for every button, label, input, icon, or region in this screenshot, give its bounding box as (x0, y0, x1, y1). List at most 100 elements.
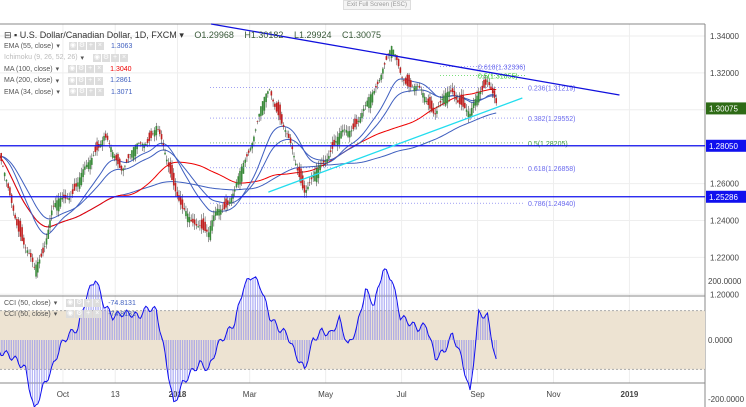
candle (376, 81, 379, 85)
candle (364, 105, 367, 107)
settings-icon[interactable]: ⚙ (75, 310, 84, 318)
more-icon[interactable]: + (86, 88, 95, 96)
more-icon[interactable]: + (84, 299, 93, 307)
symbol-name[interactable]: U.S. Dollar/Canadian Dollar, 1D, FXCM (20, 30, 177, 40)
candle (329, 150, 332, 152)
candle (78, 177, 81, 189)
indicator-label[interactable]: EMA (55, close) (4, 43, 53, 50)
indicator-buttons[interactable]: ◉ ⚙ + × (93, 53, 129, 62)
close-icon[interactable]: × (95, 88, 104, 96)
eye-icon[interactable]: ◉ (68, 65, 77, 73)
candle (401, 77, 403, 78)
indicator-label[interactable]: MA (100, close) (4, 66, 53, 73)
y-tick-label: 1.22000 (710, 253, 739, 262)
candle (326, 158, 328, 163)
indicator-label[interactable]: MA (200, close) (4, 77, 53, 84)
indicator-legend[interactable]: MA (200, close) ▾ ◉ ⚙ + × 1.2861 (4, 76, 132, 85)
x-tick-label: Nov (546, 390, 560, 399)
close-icon[interactable]: × (95, 76, 104, 85)
candle (17, 219, 20, 232)
candle (226, 200, 229, 206)
close-icon[interactable]: × (93, 299, 102, 307)
settings-icon[interactable]: ⚙ (77, 88, 86, 96)
eye-icon[interactable]: ◉ (93, 53, 102, 62)
collapse-icon[interactable]: ⊟ ▪ (4, 30, 17, 40)
candle (462, 95, 464, 107)
indicator-legend[interactable]: Ichimoku (9, 26, 52, 26) ▾ ◉ ⚙ + × (4, 53, 135, 62)
eye-icon[interactable]: ◉ (66, 299, 75, 307)
indicator-buttons[interactable]: ◉ ⚙ + × (68, 65, 104, 73)
candle (247, 150, 250, 153)
more-icon[interactable]: + (86, 42, 95, 50)
more-icon[interactable]: + (111, 53, 120, 62)
settings-icon[interactable]: ⚙ (77, 65, 86, 73)
eye-icon[interactable]: ◉ (68, 42, 77, 50)
candle (169, 162, 172, 174)
close-icon[interactable]: × (95, 65, 104, 73)
price-label: 1.25286 (709, 193, 738, 202)
candle (127, 154, 130, 159)
more-icon[interactable]: + (84, 310, 93, 318)
candle (59, 197, 62, 207)
candle (294, 163, 297, 166)
indicator-buttons[interactable]: ◉ ⚙ + × (66, 299, 102, 307)
candle (284, 130, 287, 132)
candle (408, 74, 410, 87)
eye-icon[interactable]: ◉ (68, 76, 77, 85)
close-icon[interactable]: × (93, 310, 102, 318)
candle (134, 144, 137, 157)
candle (237, 176, 240, 185)
candle (333, 139, 335, 146)
more-icon[interactable]: + (86, 76, 95, 85)
ohlc-close: C1.30075 (342, 30, 382, 40)
candle (305, 190, 308, 193)
indicator-label[interactable]: CCI (50, close) (4, 300, 51, 307)
candle (233, 189, 236, 192)
indicator-buttons[interactable]: ◉ ⚙ + × (68, 76, 104, 85)
eye-icon[interactable]: ◉ (66, 310, 75, 318)
indicator-value: 1.3071 (110, 88, 133, 96)
indicator-label[interactable]: CCI (50, close) (4, 311, 51, 318)
indicator-value: 1.3063 (110, 42, 133, 50)
candle (3, 172, 6, 177)
indicator-buttons[interactable]: ◉ ⚙ + × (68, 42, 104, 50)
indicator-label[interactable]: EMA (34, close) (4, 89, 53, 96)
close-icon[interactable]: × (120, 53, 129, 62)
indicator-legend[interactable]: EMA (55, close) ▾ ◉ ⚙ + × 1.3063 (4, 42, 132, 50)
close-icon[interactable]: × (95, 42, 104, 50)
candle (308, 182, 311, 184)
settings-icon[interactable]: ⚙ (102, 53, 111, 62)
settings-icon[interactable]: ⚙ (77, 76, 86, 85)
candle (404, 78, 407, 84)
candle (5, 179, 8, 182)
candle (279, 104, 281, 120)
ema34-line (0, 78, 497, 235)
candle (361, 112, 363, 119)
candle (373, 90, 375, 94)
candle (352, 123, 355, 130)
eye-icon[interactable]: ◉ (68, 88, 77, 96)
more-icon[interactable]: + (86, 65, 95, 73)
candle (253, 136, 255, 142)
exit-full-screen-button[interactable]: Exit Full Screen (ESC) (343, 0, 412, 10)
indicator-buttons[interactable]: ◉ ⚙ + × (68, 88, 104, 96)
candle (289, 137, 292, 144)
candle (152, 133, 154, 135)
candle (0, 153, 2, 162)
cci-legend[interactable]: CCI (50, close) ▾ ◉ ⚙ + × -74.8131 (4, 310, 136, 318)
candle (368, 97, 370, 109)
candle (249, 148, 252, 151)
indicator-label[interactable]: Ichimoku (9, 26, 52, 26) (4, 54, 78, 61)
indicator-legend[interactable]: MA (100, close) ▾ ◉ ⚙ + × 1.3040 (4, 65, 132, 73)
indicator-legend[interactable]: EMA (34, close) ▾ ◉ ⚙ + × 1.3071 (4, 88, 132, 96)
candle (148, 132, 151, 141)
candle (33, 266, 36, 268)
indicator-buttons[interactable]: ◉ ⚙ + × (66, 310, 102, 318)
x-tick-label: 2019 (621, 390, 639, 399)
candle (415, 86, 417, 91)
candle (244, 159, 247, 163)
settings-icon[interactable]: ⚙ (75, 299, 84, 307)
candle (120, 165, 123, 171)
cci-legend[interactable]: CCI (50, close) ▾ ◉ ⚙ + × -74.8131 (4, 299, 136, 307)
settings-icon[interactable]: ⚙ (77, 42, 86, 50)
